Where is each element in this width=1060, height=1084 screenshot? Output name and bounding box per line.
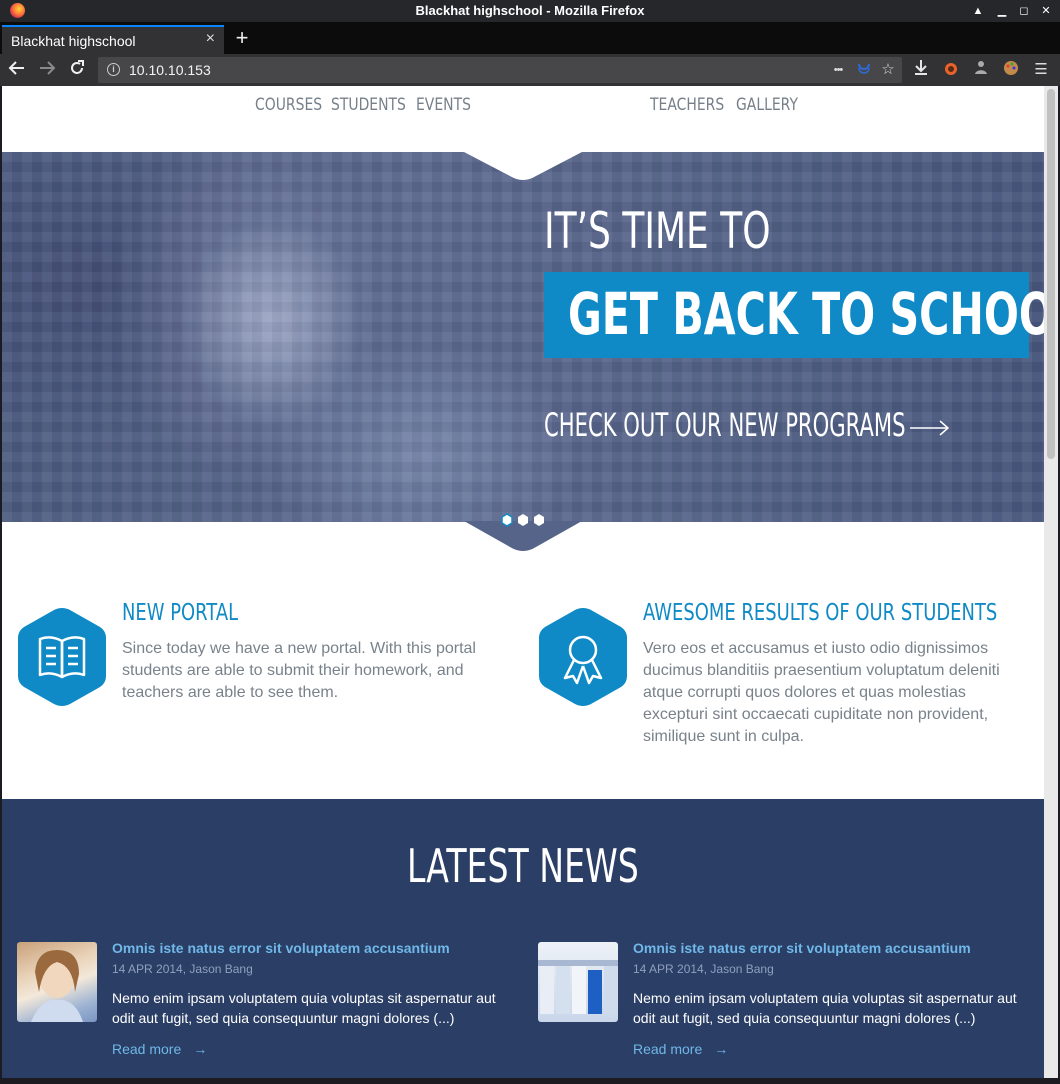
- slider-dot-3: [534, 514, 544, 526]
- downloads-icon[interactable]: [910, 59, 932, 81]
- scrollbar-thumb[interactable]: [1047, 89, 1055, 459]
- arrow-right-icon: →: [714, 1041, 729, 1057]
- extension-fox-icon[interactable]: [940, 59, 962, 81]
- back-arrow-icon: [8, 61, 24, 75]
- hero-top-notch: [464, 152, 582, 180]
- latest-news-section: LATEST NEWS Omnis iste natus error sit v…: [2, 799, 1044, 1078]
- nav-link-events[interactable]: EVENTS: [416, 95, 471, 115]
- tab-close-icon[interactable]: ×: [206, 30, 215, 48]
- news-body-line: odit aut fugit, sed quia consequuntur ma…: [633, 1010, 976, 1026]
- reload-icon: [71, 60, 84, 74]
- hero-cta-link[interactable]: CHECK OUT OUR NEW PROGRAMS: [544, 406, 905, 444]
- hero-heading-line1: IT’S TIME TO: [544, 202, 771, 260]
- window-title: Blackhat highschool - Mozilla Firefox: [415, 3, 645, 18]
- forward-arrow-icon: [40, 61, 56, 75]
- feature-text-line: Vero eos et accusamus et iusto odio dign…: [643, 640, 989, 657]
- feature-text-line: students are able to submit their homewo…: [122, 662, 464, 679]
- nav-link-students[interactable]: STUDENTS: [331, 95, 406, 115]
- tab-strip: Blackhat highschool × +: [0, 22, 1060, 54]
- news-headline[interactable]: Omnis iste natus error sit voluptatem ac…: [633, 940, 971, 956]
- nav-link-gallery[interactable]: GALLERY: [736, 95, 798, 115]
- news-section-title: LATEST NEWS: [2, 839, 1044, 893]
- news-body: Nemo enim ipsam voluptatem quia voluptas…: [112, 988, 522, 1028]
- feature-text-portal: Since today we have a new portal. With t…: [122, 638, 512, 704]
- open-book-icon: [18, 608, 106, 706]
- read-more-label[interactable]: Read more: [633, 1041, 702, 1057]
- page-viewport: COURSES STUDENTS EVENTS TEACHERS GALLERY…: [2, 86, 1044, 1078]
- hero-heading-highlight: GET BACK TO SCHOOL: [568, 280, 1044, 348]
- news-body-line: Nemo enim ipsam voluptatem quia voluptas…: [633, 990, 1017, 1006]
- minimize-icon[interactable]: ▁: [994, 3, 1010, 19]
- read-more-link[interactable]: Read more →: [112, 1041, 207, 1057]
- navigation-toolbar: i 10.10.10.153 ••• ☆ ☰: [0, 54, 1060, 86]
- news-meta: 14 APR 2014, Jason Bang: [112, 962, 253, 976]
- news-headline[interactable]: Omnis iste natus error sit voluptatem ac…: [112, 940, 450, 956]
- feature-text-line: teachers are able to see them.: [122, 684, 339, 701]
- page-actions-icon[interactable]: •••: [828, 60, 848, 80]
- news-body-line: Nemo enim ipsam voluptatem quia voluptas…: [112, 990, 496, 1006]
- feature-text-line: atque corrupti quos dolores et quas mole…: [643, 684, 966, 701]
- bookmark-star-icon[interactable]: ☆: [878, 60, 898, 80]
- feature-text-line: excepturi sint occaecati cupiditate non …: [643, 706, 989, 723]
- site-info-icon[interactable]: i: [107, 63, 120, 76]
- page-scrollbar[interactable]: [1044, 86, 1058, 1078]
- feature-text-line: Since today we have a new portal. With t…: [122, 640, 476, 657]
- window-titlebar: Blackhat highschool - Mozilla Firefox ▲ …: [0, 0, 1060, 22]
- window-menu-icon[interactable]: ▲: [970, 3, 986, 19]
- new-tab-button[interactable]: +: [232, 25, 252, 51]
- nav-link-courses[interactable]: COURSES: [255, 95, 322, 115]
- slider-dots: [501, 513, 544, 527]
- arrow-right-icon[interactable]: [910, 418, 950, 438]
- slider-dot-2: [518, 514, 528, 526]
- nav-link-teachers[interactable]: TEACHERS: [650, 95, 724, 115]
- url-text[interactable]: 10.10.10.153: [129, 62, 211, 78]
- feature-text-results: Vero eos et accusamus et iusto odio dign…: [643, 638, 1033, 748]
- close-window-icon[interactable]: ✕: [1038, 3, 1054, 19]
- news-body: Nemo enim ipsam voluptatem quia voluptas…: [633, 988, 1043, 1028]
- url-bar[interactable]: i 10.10.10.153 ••• ☆: [98, 57, 902, 83]
- feature-text-line: ducimus blanditiis praesentium voluptatu…: [643, 662, 1000, 679]
- extension-agent-icon[interactable]: [970, 59, 992, 81]
- read-more-link[interactable]: Read more →: [633, 1041, 728, 1057]
- back-button[interactable]: [6, 59, 28, 81]
- reload-button[interactable]: [66, 59, 88, 81]
- hamburger-menu-icon[interactable]: ☰: [1030, 59, 1052, 81]
- browser-tab[interactable]: Blackhat highschool ×: [2, 25, 224, 54]
- maximize-icon[interactable]: ◻: [1016, 3, 1032, 19]
- news-section-title-text: LATEST NEWS: [407, 839, 639, 893]
- news-body-line: odit aut fugit, sed quia consequuntur ma…: [112, 1010, 455, 1026]
- hero-highlight-box: GET BACK TO SCHOOL: [544, 272, 1044, 358]
- arrow-right-icon: →: [193, 1041, 208, 1057]
- feature-title-results: AWESOME RESULTS OF OUR STUDENTS: [643, 600, 998, 626]
- tab-title: Blackhat highschool: [11, 33, 136, 49]
- news-thumbnail[interactable]: [538, 942, 618, 1022]
- news-meta: 14 APR 2014, Jason Bang: [633, 962, 774, 976]
- news-thumbnail[interactable]: [17, 942, 97, 1022]
- feature-text-line: similique sunt in culpa.: [643, 728, 804, 745]
- read-more-label[interactable]: Read more: [112, 1041, 181, 1057]
- award-ribbon-icon: [539, 608, 627, 706]
- slider-dot-1: [501, 513, 513, 527]
- feature-title-portal: NEW PORTAL: [122, 600, 239, 626]
- pocket-icon[interactable]: [854, 60, 874, 80]
- extension-palette-icon[interactable]: [1000, 59, 1022, 81]
- forward-button[interactable]: [36, 59, 58, 81]
